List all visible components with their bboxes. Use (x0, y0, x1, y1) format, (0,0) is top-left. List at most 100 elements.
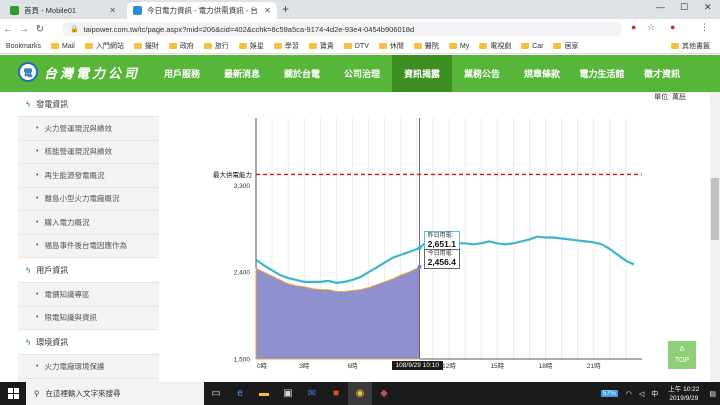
bookmark-label: 居家 (564, 43, 579, 50)
volume-icon[interactable]: ◁ (639, 390, 644, 398)
sidebar-item[interactable]: • 福島事件後台電因應作為 (18, 235, 159, 258)
bookmark-item[interactable]: Bookmarks (6, 43, 41, 50)
ime-icon[interactable]: 中 (651, 389, 658, 399)
sidebar-group-heading[interactable]: ϟ 環境資訊 (18, 330, 159, 355)
other-bookmarks[interactable]: 其他書籤 (671, 41, 710, 51)
task-view-icon[interactable]: ▭ (204, 382, 228, 405)
clock[interactable]: 上午 10:22 2019/9/29 (668, 385, 699, 403)
sidebar-group-heading[interactable]: ϟ 用戶資訊 (18, 258, 159, 283)
profile-icon[interactable]: ● (670, 22, 675, 32)
maximize-icon[interactable]: ☐ (680, 2, 688, 13)
office-icon[interactable]: ■ (324, 382, 348, 405)
battery-indicator[interactable]: 57% (600, 390, 618, 397)
close-window-icon[interactable]: ✕ (704, 2, 712, 13)
folder-icon (308, 43, 317, 49)
tab-taipower[interactable]: 今日電力資訊 - 電力供需資訊 - 台 ✕ (127, 2, 277, 19)
bookmark-item[interactable]: DTV (343, 43, 369, 50)
bookmark-label: 電視劇 (490, 43, 512, 50)
x-tick-label: 18時 (539, 362, 553, 370)
notifications-icon[interactable]: ▤ (709, 390, 716, 398)
url-input[interactable]: 🔒 taipower.com.tw/tc/page.aspx?mid=206&c… (62, 22, 622, 36)
nav-item[interactable]: 關於台電 (272, 55, 332, 92)
bullet-icon: • (36, 362, 39, 370)
forward-icon[interactable]: → (16, 24, 32, 35)
scrollbar-thumb[interactable] (711, 178, 719, 240)
bookmark-item[interactable]: 撮財 (133, 41, 159, 51)
bookmark-star-icon[interactable]: ☆ (647, 22, 655, 33)
sidebar-item-label: 再生能源發電概況 (44, 170, 105, 180)
nav-item[interactable]: 用戶服務 (152, 55, 212, 92)
sidebar-group-title: 用戶資訊 (36, 265, 69, 275)
back-icon[interactable]: ← (0, 24, 16, 35)
bookmark-label: 醫院 (424, 43, 439, 50)
bookmark-item[interactable]: 學習 (273, 41, 299, 51)
taipower-logo[interactable]: 電 台灣電力公司 (18, 62, 140, 82)
file-explorer-icon[interactable]: ▬ (252, 382, 276, 405)
menu-icon[interactable]: ⋮ (700, 22, 709, 33)
reload-icon[interactable]: ↻ (32, 24, 48, 35)
chart-panel: 單位: 萬瓩 最大供電能力 1,500 2,400 3,300 0時 3時 6時 12時 15時… (170, 92, 700, 382)
folder-icon (479, 43, 488, 49)
nav-item[interactable]: 徵才資訊 (632, 55, 692, 92)
nav-item[interactable]: 業務公告 (452, 55, 512, 92)
bookmark-item[interactable]: 寶貴 (308, 41, 334, 51)
mail-icon[interactable]: ✉ (300, 382, 324, 405)
nav-item[interactable]: 規章條款 (512, 55, 572, 92)
new-tab-icon[interactable]: + (282, 2, 289, 16)
back-to-top-button[interactable]: Δ TOP (668, 341, 696, 369)
bookmark-item[interactable]: 入門網站 (84, 41, 124, 51)
edge-icon[interactable]: e (228, 382, 252, 405)
bookmark-item[interactable]: 娛星 (238, 41, 264, 51)
extension-icon[interactable]: ● (631, 22, 636, 32)
app-icon[interactable]: ◆ (372, 382, 396, 405)
tab-mobile01[interactable]: 首頁 - Mobile01 ✕ (4, 2, 122, 19)
sidebar-item[interactable]: • 核能營運現況與績效 (18, 141, 159, 164)
bookmark-item[interactable]: 旅行 (203, 41, 229, 51)
bookmark-label: 寶貴 (319, 43, 334, 50)
bookmark-item[interactable]: 居家 (553, 41, 578, 51)
bookmark-label: 入門網站 (95, 43, 124, 50)
tab-title: 今日電力資訊 - 電力供需資訊 - 台 (147, 6, 258, 15)
sidebar-item[interactable]: • 購入電力概況 (18, 211, 159, 235)
sidebar-group-heading[interactable]: ϟ 發電資訊 (18, 92, 159, 117)
nav-item[interactable]: 電力生活館 (572, 55, 632, 92)
page-scrollbar[interactable] (710, 92, 720, 382)
nav-item[interactable]: 資訊揭露 (392, 55, 452, 92)
x-tick-label: 21時 (587, 362, 601, 370)
sidebar-group-title: 環境資訊 (36, 337, 69, 347)
network-icon[interactable]: ◠ (626, 390, 632, 398)
close-tab-icon[interactable]: ✕ (109, 6, 116, 15)
folder-icon (521, 43, 530, 49)
start-button[interactable] (0, 382, 26, 405)
bullet-icon: • (36, 218, 39, 226)
bookmark-item[interactable]: My (448, 43, 469, 50)
bookmark-item[interactable]: 電視劇 (479, 41, 511, 51)
back-to-top-label: TOP (674, 357, 690, 364)
nav-item[interactable]: 最新消息 (212, 55, 272, 92)
taskbar-search-box[interactable]: ⚲ 在這裡輸入文字來搜尋 (26, 382, 204, 405)
bookmark-item[interactable]: Car (521, 43, 543, 50)
bullet-icon: • (36, 171, 39, 179)
sidebar-item[interactable]: • 限電知識與資訊 (18, 307, 159, 330)
bookmark-item[interactable]: 政府 (168, 41, 194, 51)
top-navigation: 用戶服務 最新消息 關於台電 公司治理 資訊揭露 業務公告 規章條款 電力生活館 徵才資訊 (152, 55, 692, 92)
sidebar-item[interactable]: • 離島小型火力電廠概況 (18, 188, 159, 211)
bookmark-item[interactable]: Mail (51, 43, 75, 50)
close-tab-icon[interactable]: ✕ (264, 6, 271, 15)
chrome-icon[interactable]: ◉ (348, 382, 372, 405)
bullet-icon: • (36, 242, 39, 250)
system-tray: 57% ◠ ◁ 中 上午 10:22 2019/9/29 ▤ (600, 382, 720, 405)
sidebar-item[interactable]: • 電價知識專區 (18, 283, 159, 307)
clock-time: 上午 10:22 (668, 385, 700, 393)
x-tick-label: 0時 (257, 362, 268, 370)
sidebar-item[interactable]: • 再生能源發電概況 (18, 164, 159, 188)
sidebar-item[interactable]: • 火力營運現況與績效 (18, 117, 159, 141)
bookmark-item[interactable]: 休閒 (378, 41, 404, 51)
windows-logo-icon (7, 388, 19, 399)
bookmark-item[interactable]: 醫院 (413, 41, 439, 51)
store-icon[interactable]: ▣ (276, 382, 300, 405)
folder-icon (203, 43, 212, 49)
sidebar-item[interactable]: • 火力電廠環境保護 (18, 355, 159, 379)
minimize-icon[interactable]: — (656, 2, 665, 12)
nav-item[interactable]: 公司治理 (332, 55, 392, 92)
